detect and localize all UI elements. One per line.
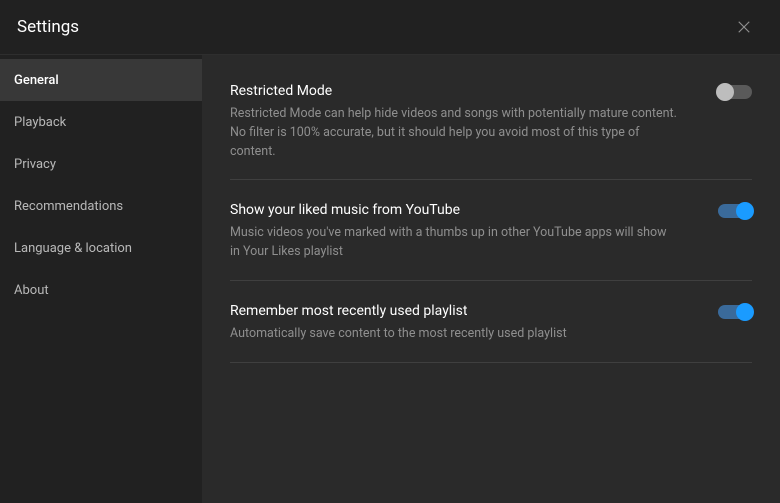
setting-title: Show your liked music from YouTube	[230, 202, 678, 218]
toggle-knob	[736, 202, 754, 220]
sidebar-item-playback[interactable]: Playback	[0, 101, 202, 143]
setting-desc: Automatically save content to the most r…	[230, 325, 678, 344]
setting-title: Restricted Mode	[230, 83, 678, 99]
sidebar-item-label: About	[14, 283, 49, 298]
close-icon	[735, 18, 753, 36]
page-title: Settings	[17, 17, 79, 37]
settings-header: Settings	[0, 0, 780, 55]
show-liked-music-toggle[interactable]	[718, 204, 752, 218]
setting-show-liked-music: Show your liked music from YouTube Music…	[230, 202, 752, 281]
sidebar-item-label: Privacy	[14, 157, 56, 172]
setting-remember-playlist: Remember most recently used playlist Aut…	[230, 303, 752, 363]
content-area: General Playback Privacy Recommendations…	[0, 55, 780, 503]
setting-desc: Music videos you've marked with a thumbs…	[230, 224, 678, 262]
setting-title: Remember most recently used playlist	[230, 303, 678, 319]
setting-restricted-mode: Restricted Mode Restricted Mode can help…	[230, 83, 752, 180]
toggle-knob	[716, 83, 734, 101]
toggle-knob	[736, 303, 754, 321]
sidebar-item-about[interactable]: About	[0, 269, 202, 311]
sidebar-item-privacy[interactable]: Privacy	[0, 143, 202, 185]
sidebar-item-label: Language & location	[14, 241, 132, 256]
settings-main-panel: Restricted Mode Restricted Mode can help…	[202, 55, 780, 503]
setting-text: Restricted Mode Restricted Mode can help…	[230, 83, 718, 161]
restricted-mode-toggle[interactable]	[718, 85, 752, 99]
sidebar-item-general[interactable]: General	[0, 59, 202, 101]
setting-desc: Restricted Mode can help hide videos and…	[230, 105, 678, 161]
sidebar-item-language-location[interactable]: Language & location	[0, 227, 202, 269]
settings-sidebar: General Playback Privacy Recommendations…	[0, 55, 202, 503]
sidebar-item-label: Recommendations	[14, 199, 123, 214]
sidebar-item-recommendations[interactable]: Recommendations	[0, 185, 202, 227]
sidebar-item-label: Playback	[14, 115, 66, 130]
sidebar-item-label: General	[14, 73, 59, 88]
setting-text: Show your liked music from YouTube Music…	[230, 202, 718, 262]
setting-text: Remember most recently used playlist Aut…	[230, 303, 718, 344]
remember-playlist-toggle[interactable]	[718, 305, 752, 319]
close-button[interactable]	[732, 15, 756, 39]
